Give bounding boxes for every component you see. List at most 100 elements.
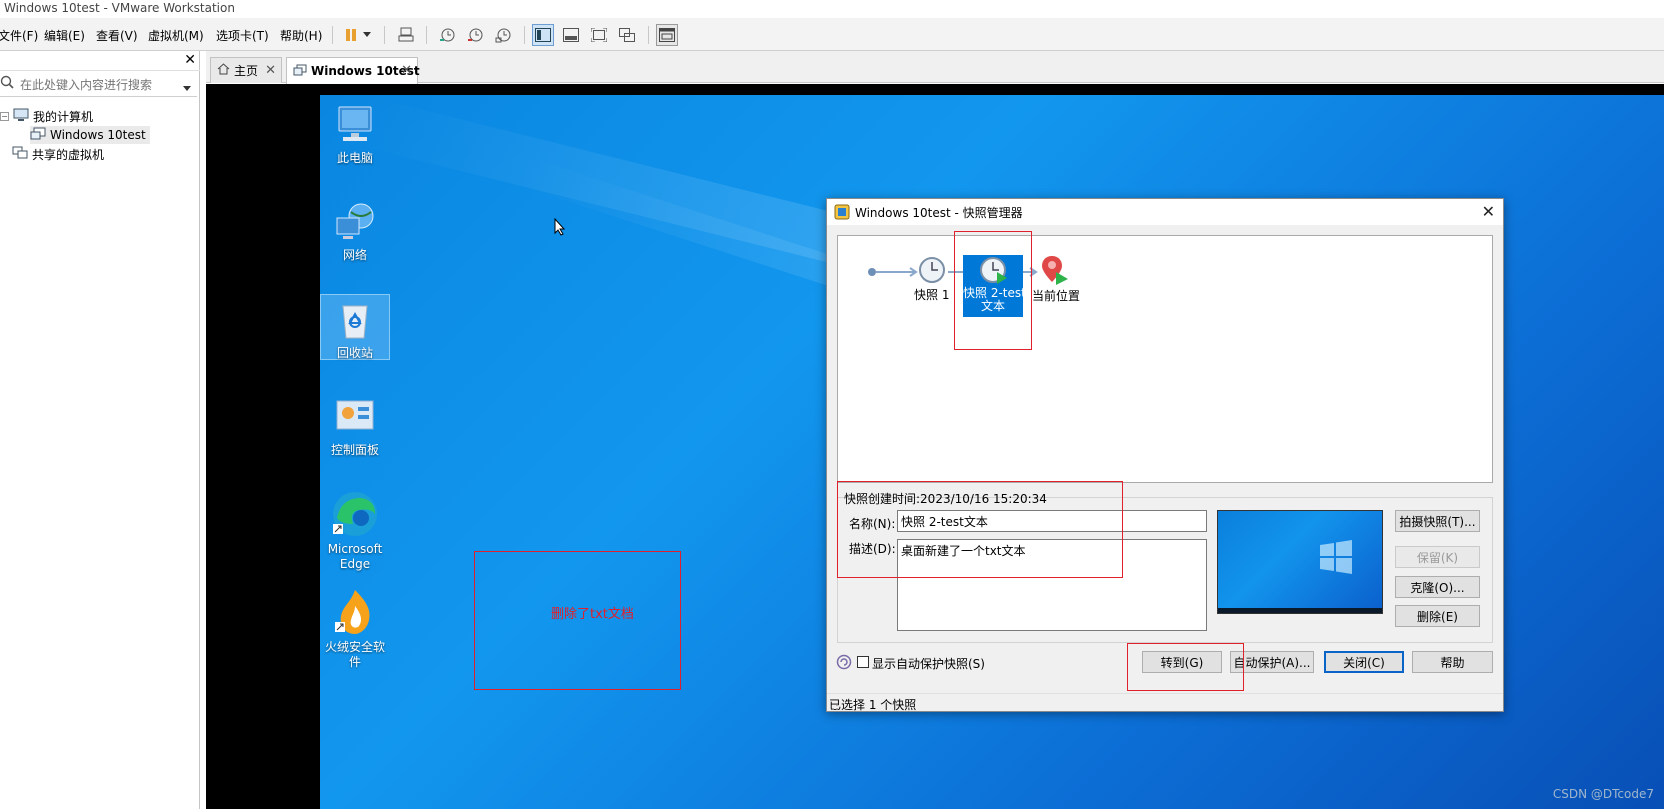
- library-sidebar: ✕ − 我的计算机 Windows 10test 共享的虚拟机: [0, 51, 200, 809]
- desktop-icon-label: Microsoft Edge: [327, 542, 383, 571]
- desktop-icon-edge[interactable]: Microsoft Edge: [320, 490, 390, 572]
- menu-vm[interactable]: 虚拟机(M): [148, 27, 204, 44]
- snapshot-manager-icon[interactable]: [492, 24, 514, 46]
- tree-shared-vms[interactable]: 共享的虚拟机: [12, 145, 104, 163]
- edge-icon: [331, 490, 379, 538]
- annotation-box: [837, 481, 1123, 578]
- tree-label: Windows 10test: [50, 128, 146, 142]
- snapshot-preview: [1217, 510, 1383, 614]
- delete-button[interactable]: 删除(E): [1395, 605, 1480, 627]
- chevron-down-icon[interactable]: [183, 81, 191, 95]
- vm-icon: [30, 127, 46, 144]
- fullscreen-icon[interactable]: [588, 24, 610, 46]
- search-input[interactable]: [20, 76, 180, 94]
- tree-my-computer[interactable]: − 我的计算机: [0, 107, 93, 125]
- toolbar-separator: [524, 26, 525, 44]
- toolbar-separator: [332, 26, 333, 44]
- home-icon: [217, 63, 230, 78]
- snapshot-label: 快照 1: [914, 288, 950, 302]
- desktop-icon-label: 回收站: [336, 346, 373, 360]
- snapshot-tree[interactable]: 快照 1 快照 2-test 文本 当前位置: [837, 231, 1493, 483]
- window-titlebar: Windows 10test - VMware Workstation: [0, 0, 1664, 18]
- recycle-bin-icon: [333, 298, 377, 342]
- resize-grip-icon[interactable]: [829, 700, 1501, 714]
- current-position-label: 当前位置: [1032, 289, 1081, 303]
- tree-label: 我的计算机: [33, 109, 94, 124]
- computer-icon: [13, 108, 29, 125]
- watermark: CSDN @DTcode7: [1552, 787, 1654, 801]
- desktop-icon-control-panel[interactable]: 控制面板: [320, 395, 390, 458]
- desktop-icon-label: 控制面板: [330, 443, 379, 457]
- menu-view[interactable]: 查看(V): [96, 27, 138, 44]
- preview-taskbar: [1218, 608, 1382, 613]
- snapshot-icon[interactable]: [436, 24, 458, 46]
- close-icon[interactable]: ✕: [1482, 202, 1495, 221]
- shared-vm-icon: [12, 146, 28, 163]
- toolbar-separator: [648, 26, 649, 44]
- annotation-box: [954, 231, 1032, 350]
- annotation-text: 删除了txt文档: [551, 607, 634, 622]
- desktop-icon-huorong[interactable]: 火绒安全软件: [320, 588, 390, 670]
- desktop-icon-label: 网络: [342, 248, 367, 262]
- show-autoprotect-label: 显示自动保护快照(S): [872, 657, 985, 671]
- menu-edit[interactable]: 编辑(E): [44, 27, 85, 44]
- tab-label: 主页: [234, 64, 259, 78]
- tab-windows10test[interactable]: Windows 10test ✕: [286, 57, 420, 84]
- tab-home[interactable]: 主页 ✕: [210, 57, 282, 83]
- library-header: ✕: [0, 51, 200, 71]
- menu-toolbar: 文件(F) 编辑(E) 查看(V) 虚拟机(M) 选项卡(T) 帮助(H): [0, 18, 1664, 51]
- clone-button[interactable]: 克隆(O)...: [1395, 576, 1480, 598]
- menu-file[interactable]: 文件(F): [0, 27, 38, 44]
- thumbnail-bar-icon[interactable]: [560, 24, 582, 46]
- network-icon: [333, 200, 377, 244]
- collapse-icon[interactable]: −: [0, 111, 9, 121]
- window-title: Windows 10test - VMware Workstation: [4, 1, 235, 15]
- toolbar-separator: [384, 26, 385, 44]
- menu-tabs[interactable]: 选项卡(T): [216, 27, 269, 44]
- tree-label: 共享的虚拟机: [32, 147, 105, 162]
- clock-icon: [918, 256, 946, 287]
- desktop-icon-label: 火绒安全软件: [324, 640, 385, 669]
- annotation-box: 删除了txt文档: [474, 551, 681, 690]
- send-keys-icon[interactable]: [395, 24, 417, 46]
- take-snapshot-button[interactable]: 拍摄快照(T)...: [1395, 510, 1480, 532]
- toolbar-separator: [426, 26, 427, 44]
- vm-icon: [293, 64, 307, 79]
- close-icon[interactable]: ✕: [184, 52, 196, 68]
- chevron-down-icon[interactable]: [360, 24, 374, 46]
- library-toggle-icon[interactable]: [532, 24, 554, 46]
- snapshot-node-1[interactable]: 快照 1: [914, 256, 949, 302]
- windows-logo-icon: [1318, 539, 1354, 575]
- search-icon: [0, 75, 14, 94]
- revert-snapshot-icon[interactable]: [464, 24, 486, 46]
- unity-icon[interactable]: [616, 24, 638, 46]
- desktop-icon-label: 此电脑: [336, 151, 373, 165]
- close-button[interactable]: 关闭(C): [1324, 651, 1404, 673]
- autoprotect-icon: [836, 654, 852, 673]
- tree-vm-windows10test[interactable]: Windows 10test: [30, 126, 150, 144]
- dialog-statusbar: 已选择 1 个快照: [827, 693, 1503, 714]
- pause-icon[interactable]: [340, 24, 362, 46]
- mouse-cursor-icon: [554, 217, 566, 239]
- snapshot-manager-dialog: Windows 10test - 快照管理器 ✕ 快照 1 快照 2-test …: [826, 198, 1504, 712]
- library-search[interactable]: [0, 73, 197, 97]
- show-autoprotect-checkbox[interactable]: [857, 656, 869, 668]
- location-pin-icon: [1040, 254, 1070, 289]
- menu-help[interactable]: 帮助(H): [280, 27, 322, 44]
- desktop-icon-recycle-bin[interactable]: 回收站: [320, 294, 390, 360]
- control-panel-icon: [333, 395, 377, 439]
- tab-bar: 主页 ✕ Windows 10test ✕: [206, 51, 1664, 84]
- console-view-icon[interactable]: [656, 24, 678, 46]
- huorong-icon: [333, 588, 377, 636]
- desktop-icon-network[interactable]: 网络: [320, 200, 390, 263]
- help-button[interactable]: 帮助: [1412, 651, 1493, 673]
- computer-icon: [333, 103, 377, 147]
- desktop-icon-this-pc[interactable]: 此电脑: [320, 103, 390, 166]
- keep-button[interactable]: 保留(K): [1395, 546, 1480, 568]
- snapshot-manager-icon: [834, 204, 850, 223]
- close-icon[interactable]: ✕: [401, 63, 412, 78]
- close-icon[interactable]: ✕: [265, 63, 276, 78]
- annotation-box: [1127, 643, 1244, 691]
- dialog-titlebar: Windows 10test - 快照管理器 ✕: [827, 199, 1503, 225]
- dialog-title: Windows 10test - 快照管理器: [855, 206, 1023, 220]
